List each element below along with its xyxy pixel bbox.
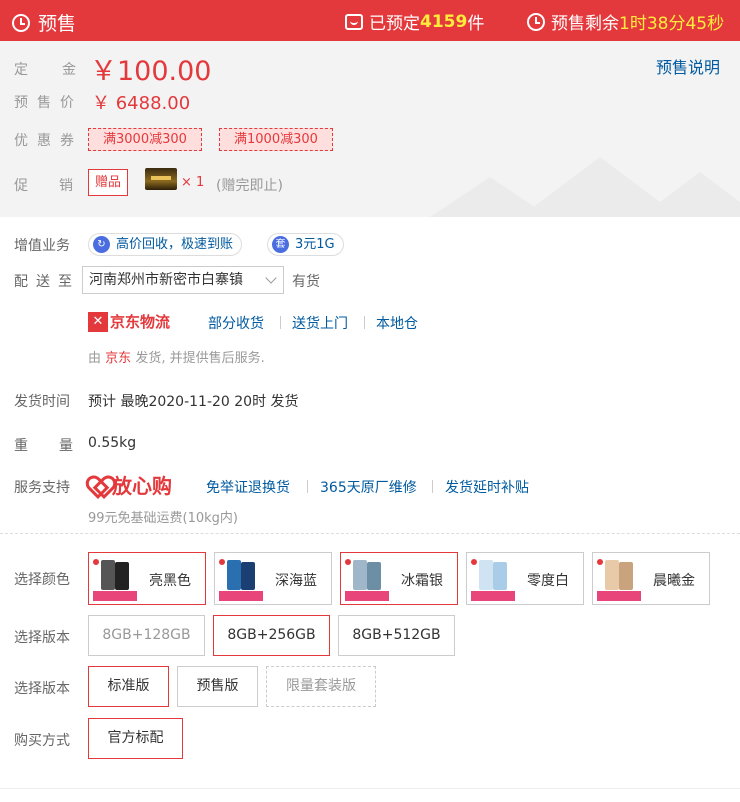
color-option-white[interactable]: 零度白 <box>466 552 584 605</box>
booked-prefix: 已预定 <box>369 14 420 34</box>
product-thumbnail <box>597 557 641 601</box>
delivery-label: 配送至 <box>14 274 80 290</box>
color-label: 选择颜色 <box>14 572 70 588</box>
presale-title: 预售 <box>12 9 76 36</box>
service-support-label: 服务支持 <box>14 480 70 496</box>
edition-label: 选择版本 <box>14 681 70 697</box>
service-delay-subsidy[interactable]: 发货延时补贴 <box>445 477 529 497</box>
purchase-method-label: 购买方式 <box>14 733 70 749</box>
purchase-option-official[interactable]: 官方标配 <box>88 718 183 759</box>
booking-icon <box>345 13 363 30</box>
service-partial-receipt[interactable]: 部分收货 <box>208 313 264 333</box>
version-option-512[interactable]: 8GB+512GB <box>338 615 455 656</box>
fangxingou-logo: 放心购 <box>88 470 172 499</box>
color-name: 冰霜银 <box>401 573 443 589</box>
weight-value: 0.55kg <box>88 435 137 451</box>
presale-label: 预售 <box>38 13 77 35</box>
color-name: 深海蓝 <box>275 573 317 589</box>
clock-icon <box>12 13 30 32</box>
product-thumbnail <box>345 557 389 601</box>
address-selector[interactable]: 河南郑州市新密市白寨镇 <box>82 266 284 294</box>
version-option-256[interactable]: 8GB+256GB <box>213 615 330 656</box>
version-label: 选择版本 <box>14 630 70 646</box>
coupon-tag[interactable]: 满1000减300 <box>219 128 333 151</box>
fangxingou-text: 放心购 <box>112 474 172 498</box>
trade-in-service[interactable]: ↻ 高价回收，极速到账 <box>88 233 243 256</box>
color-option-silver[interactable]: 冰霜银 <box>340 552 458 605</box>
price-panel: 定金 ￥100.00 预售说明 预售价 ￥ 6488.00 优惠券 满3000减… <box>0 41 740 217</box>
value-added-label: 增值业务 <box>14 238 70 254</box>
divider <box>364 316 365 329</box>
version-option-128[interactable]: 8GB+128GB <box>88 615 205 656</box>
service-repair[interactable]: 365天原厂维修 <box>320 477 417 497</box>
booked-suffix: 件 <box>467 14 485 34</box>
heart-icon <box>88 475 108 495</box>
ship-from-prefix: 由 <box>88 351 102 366</box>
color-option-gold[interactable]: 晨曦金 <box>592 552 710 605</box>
recycle-icon: ↻ <box>93 236 110 253</box>
color-option-black[interactable]: 亮黑色 <box>88 552 206 605</box>
gift-quantity: × 1 <box>181 175 205 190</box>
chevron-down-icon <box>265 272 277 284</box>
ship-time-label: 发货时间 <box>14 394 70 410</box>
stock-status: 有货 <box>292 274 320 290</box>
deposit-price: ￥100.00 <box>90 56 212 87</box>
seller-name[interactable]: 京东 <box>105 351 131 366</box>
presale-price: ￥ 6488.00 <box>92 93 191 114</box>
edition-option-presale[interactable]: 预售版 <box>177 666 258 707</box>
alarm-clock-icon <box>527 12 545 31</box>
booked-count: 已预定 4159 件 <box>345 9 484 34</box>
trade-in-text: 高价回收，极速到账 <box>116 237 234 252</box>
coupon-tag[interactable]: 满3000减300 <box>88 128 202 151</box>
shipping-fee-note: 99元免基础运费(10kg内) <box>88 511 239 526</box>
address-value: 河南郑州市新密市白寨镇 <box>89 272 243 288</box>
coupon-label: 优惠券 <box>14 133 83 149</box>
presale-countdown: 预售剩余 1时38分45秒 <box>527 9 724 34</box>
divider <box>307 480 308 493</box>
color-name: 亮黑色 <box>149 573 191 589</box>
section-divider <box>0 533 740 534</box>
jd-logistics-logo: ✕ 京东物流 <box>88 311 170 332</box>
service-home-delivery[interactable]: 送货上门 <box>292 313 348 333</box>
product-thumbnail <box>219 557 263 601</box>
ship-from-suffix: 发货, 并提供售后服务. <box>135 351 265 366</box>
service-return[interactable]: 免举证退换货 <box>206 477 290 497</box>
jd-logistics-icon: ✕ <box>88 311 108 332</box>
ship-time-value: 预计 最晚2020-11-20 20时 发货 <box>88 394 299 410</box>
service-local-warehouse[interactable]: 本地仓 <box>376 313 418 333</box>
presale-header: 预售 已预定 4159 件 预售剩余 1时38分45秒 <box>0 0 740 41</box>
presale-info-link[interactable]: 预售说明 <box>656 54 720 78</box>
jd-logistics-text: 京东物流 <box>110 313 171 331</box>
gift-thumbnail[interactable] <box>145 168 177 190</box>
color-name: 晨曦金 <box>653 573 695 589</box>
booked-number: 4159 <box>420 11 468 32</box>
data-package-service[interactable]: 套 3元1G <box>267 233 344 256</box>
divider <box>432 480 433 493</box>
product-thumbnail <box>471 557 515 601</box>
gift-note: (赠完即止) <box>216 178 283 194</box>
remain-prefix: 预售剩余 <box>551 14 619 34</box>
package-icon: 套 <box>272 236 289 253</box>
edition-option-limited[interactable]: 限量套装版 <box>266 666 376 707</box>
data-package-text: 3元1G <box>295 237 335 252</box>
mountain-decoration <box>640 172 740 217</box>
remain-time: 1时38分45秒 <box>619 14 725 34</box>
ship-from-note: 由 京东 发货, 并提供售后服务. <box>88 347 265 366</box>
edition-option-standard[interactable]: 标准版 <box>88 666 169 707</box>
gift-badge: 赠品 <box>88 169 128 196</box>
presale-price-label: 预售价 <box>14 95 83 111</box>
divider <box>280 316 281 329</box>
color-option-blue[interactable]: 深海蓝 <box>214 552 332 605</box>
color-name: 零度白 <box>527 573 569 589</box>
product-thumbnail <box>93 557 137 601</box>
bottom-divider <box>0 788 740 789</box>
